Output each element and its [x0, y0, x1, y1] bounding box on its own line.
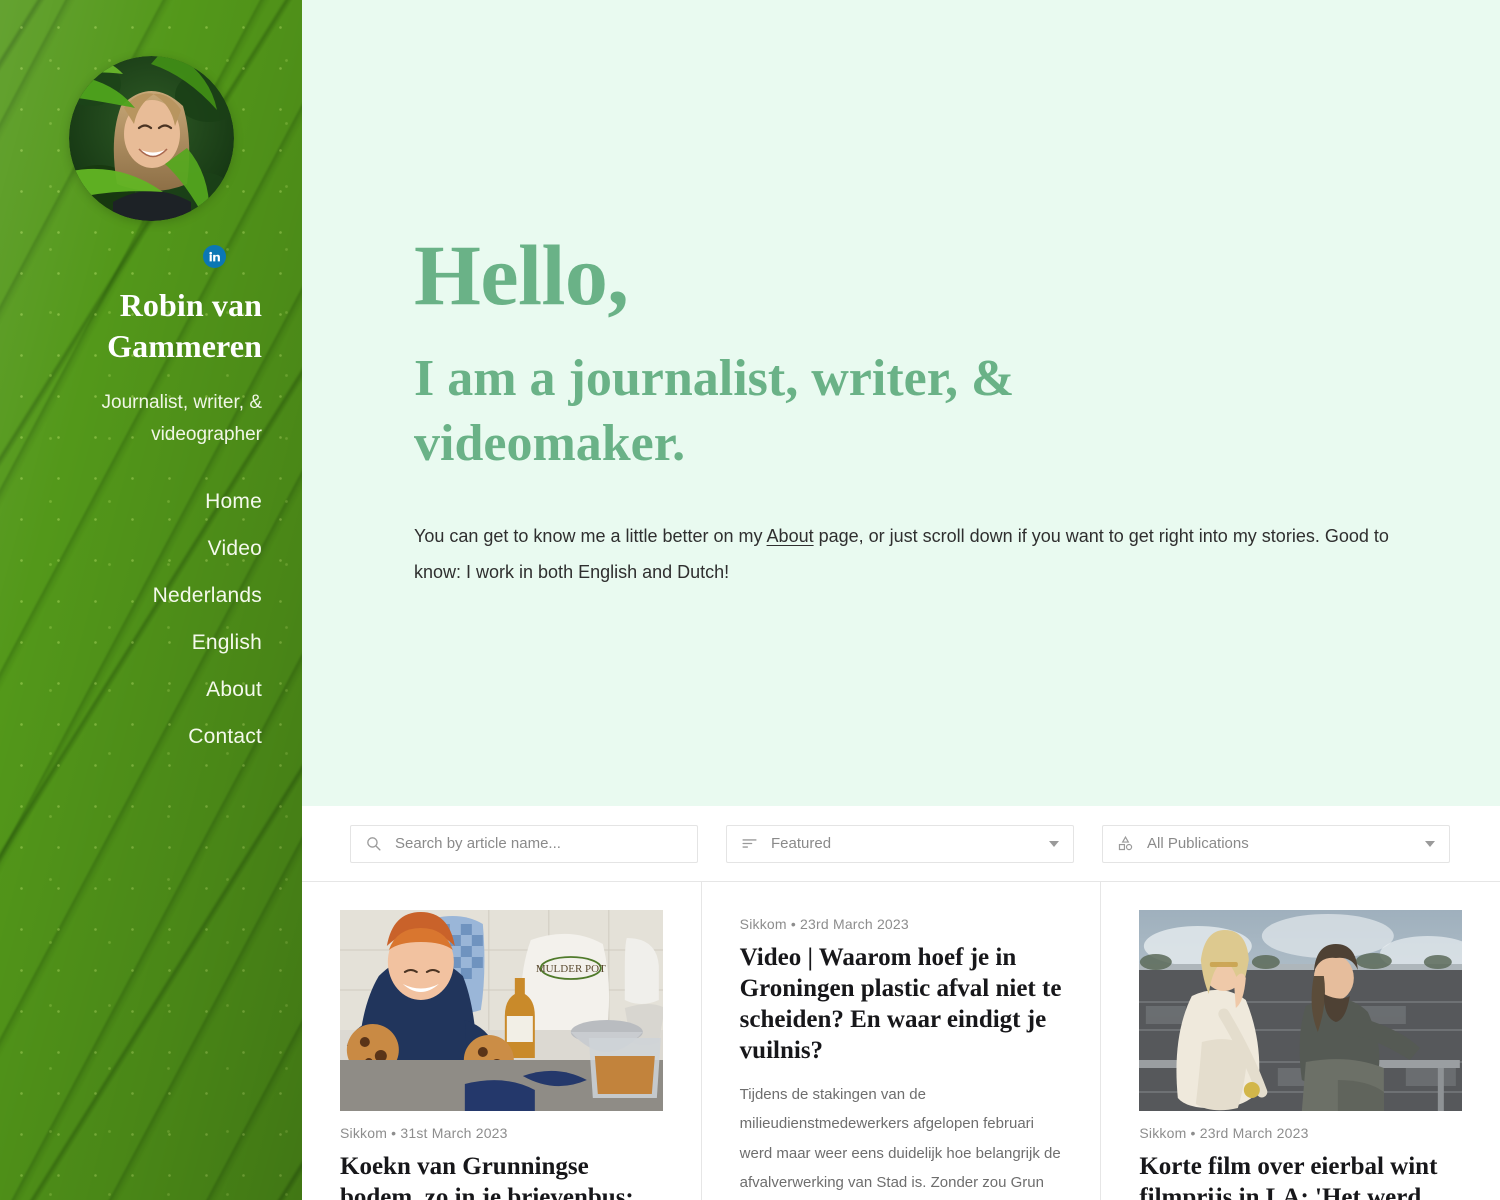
nav-item-english[interactable]: English [40, 631, 262, 655]
svg-text:MULDER POT: MULDER POT [536, 963, 606, 975]
site-tagline: Journalist, writer, & videographer [101, 391, 263, 446]
hero-paragraph-before: You can get to know me a little better o… [414, 526, 767, 546]
site-title: Robin van Gammeren [107, 287, 262, 364]
main-content: Hello, I am a journalist, writer, & vide… [302, 0, 1500, 1200]
article-title: Video | Waarom hoef je in Groningen plas… [739, 944, 1062, 1064]
nav-item-about[interactable]: About [40, 678, 262, 702]
chevron-down-icon [1425, 840, 1435, 847]
article-card[interactable]: Sikkom • 23rd March 2023 Korte film over… [1101, 882, 1500, 1200]
nav-item-nederlands[interactable]: Nederlands [40, 584, 262, 608]
linkedin-icon[interactable] [203, 245, 226, 268]
article-card[interactable]: Sikkom • 23rd March 2023 Video | Waarom … [702, 882, 1102, 1200]
page-root: Robin van Gammeren Journalist, writer, &… [0, 0, 1500, 1200]
search-icon [367, 837, 381, 851]
nav-item-contact[interactable]: Contact [40, 725, 262, 749]
article-thumbnail [1139, 910, 1463, 1111]
avatar [68, 56, 234, 221]
hero-headline: I am a journalist, writer, & videomaker. [414, 350, 1015, 472]
article-meta: Sikkom • 23rd March 2023 [739, 916, 909, 932]
publications-value: All Publications [1147, 835, 1249, 852]
shapes-category-icon [1118, 835, 1133, 851]
article-thumbnail: MULDER POT [340, 910, 663, 1111]
article-meta: Sikkom • 23rd March 2023 [1139, 1125, 1309, 1141]
hero-greeting: Hello, [414, 227, 629, 323]
article-list: MULDER POT Sikkom • 31st March 2023 Koek… [302, 882, 1500, 1200]
hero-paragraph: You can get to know me a little better o… [414, 518, 1394, 590]
sidebar: Robin van Gammeren Journalist, writer, &… [0, 0, 302, 1200]
sort-value: Featured [771, 835, 832, 852]
hero-section: Hello, I am a journalist, writer, & vide… [302, 0, 1500, 806]
main-navigation: Home Video Nederlands English About Cont… [40, 490, 262, 749]
search-input[interactable]: Search by article name... [350, 824, 698, 863]
filter-bar: Search by article name... Featured All P… [302, 806, 1500, 882]
article-meta: Sikkom • 31st March 2023 [340, 1125, 508, 1141]
article-card[interactable]: MULDER POT Sikkom • 31st March 2023 Koek… [302, 882, 702, 1200]
search-placeholder: Search by article name... [395, 835, 561, 852]
article-title: Koekn van Grunningse bodem, zo in je bri… [340, 1153, 634, 1200]
about-link[interactable]: About [767, 526, 814, 546]
nav-item-home[interactable]: Home [40, 490, 262, 514]
social-links [40, 245, 262, 268]
article-title: Korte film over eierbal wint filmprijs i… [1139, 1153, 1438, 1200]
sort-lines-icon [742, 839, 757, 848]
nav-item-video[interactable]: Video [40, 537, 262, 561]
article-excerpt: Tijdens de stakingen van de milieudienst… [739, 1086, 1061, 1191]
sort-select[interactable]: Featured [726, 824, 1074, 863]
chevron-down-icon [1049, 840, 1059, 847]
publications-select[interactable]: All Publications [1102, 824, 1450, 863]
